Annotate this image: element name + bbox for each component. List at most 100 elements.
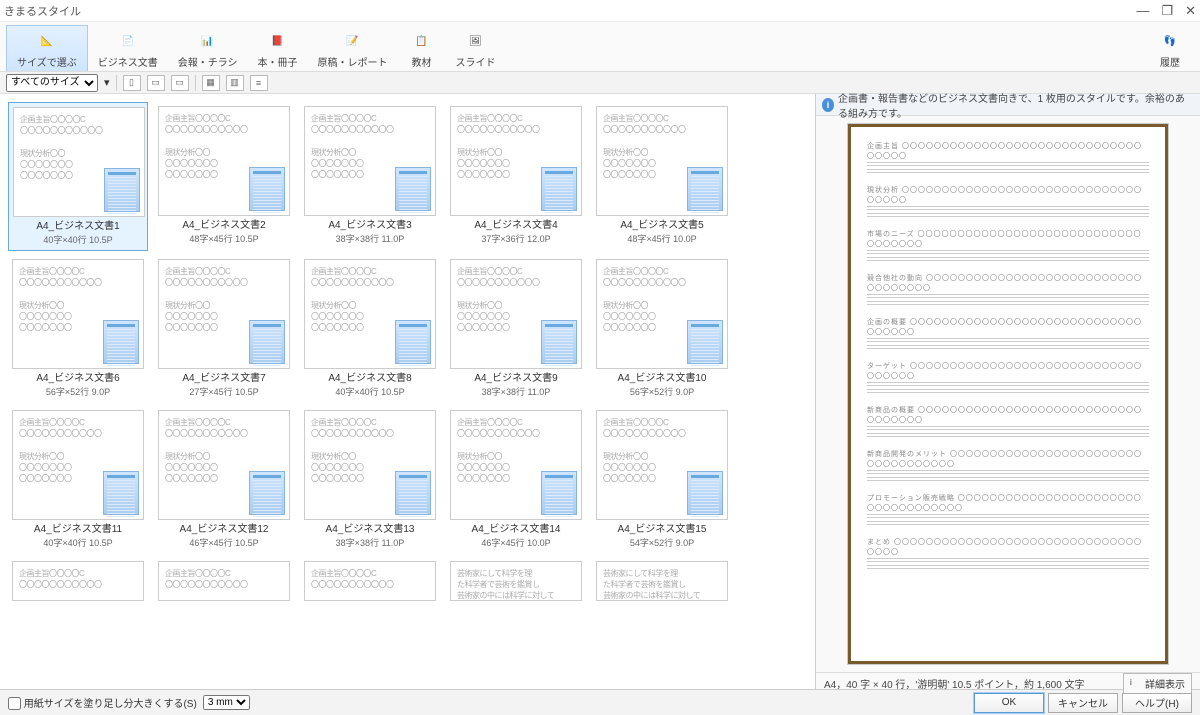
style-thumbnail: 芸術家にして科学を理た科学者で芸術を鑑賞し芸術家の中には科学に対して xyxy=(450,561,582,601)
style-card[interactable]: 企画主旨〇〇〇〇C〇〇〇〇〇〇〇〇〇〇〇現状分析〇〇〇〇〇〇〇〇〇〇〇〇〇〇〇〇… xyxy=(8,406,148,553)
view-portrait-button[interactable]: ▯ xyxy=(123,75,141,91)
card-name: A4_ビジネス文書7 xyxy=(158,372,290,385)
style-card[interactable]: 企画主旨〇〇〇〇C〇〇〇〇〇〇〇〇〇〇〇現状分析〇〇〇〇〇〇〇〇〇〇〇〇〇〇〇〇… xyxy=(300,102,440,251)
detail-view-button[interactable]: i 詳細表示 xyxy=(1123,673,1192,694)
card-name: A4_ビジネス文書11 xyxy=(12,523,144,536)
card-spec: 38字×38行 11.0P xyxy=(450,385,582,398)
card-spec: 38字×38行 11.0P xyxy=(304,536,436,549)
ribbon-icon: 📕 xyxy=(264,28,292,54)
style-card[interactable]: 企画主旨〇〇〇〇C〇〇〇〇〇〇〇〇〇〇〇現状分析〇〇〇〇〇〇〇〇〇〇〇〇〇〇〇〇… xyxy=(592,406,732,553)
preview-section-heading: ターゲット 〇〇〇〇〇〇〇〇〇〇〇〇〇〇〇〇〇〇〇〇〇〇〇〇〇〇〇〇〇〇〇〇〇〇… xyxy=(867,361,1149,381)
style-thumbnail: 企画主旨〇〇〇〇C〇〇〇〇〇〇〇〇〇〇〇現状分析〇〇〇〇〇〇〇〇〇〇〇〇〇〇〇〇 xyxy=(304,259,436,369)
card-spec: 38字×38行 11.0P xyxy=(304,232,436,245)
close-button[interactable]: ✕ xyxy=(1185,3,1196,19)
ribbon-icon: 📋 xyxy=(408,28,436,54)
preview-section-heading: 現状分析 〇〇〇〇〇〇〇〇〇〇〇〇〇〇〇〇〇〇〇〇〇〇〇〇〇〇〇〇〇〇〇〇〇〇〇 xyxy=(867,185,1149,205)
card-name: A4_ビジネス文書14 xyxy=(450,523,582,536)
view-grid-button[interactable]: ▥ xyxy=(226,75,244,91)
card-name: A4_ビジネス文書1 xyxy=(13,220,143,233)
history-button[interactable]: 👣 履歴 xyxy=(1146,26,1194,71)
card-spec: 37字×36行 12.0P xyxy=(450,232,582,245)
ribbon-tab-4[interactable]: 📝原稿・レポート xyxy=(308,26,398,71)
style-thumbnail: 企画主旨〇〇〇〇C〇〇〇〇〇〇〇〇〇〇〇現状分析〇〇〇〇〇〇〇〇〇〇〇〇〇〇〇〇 xyxy=(450,106,582,216)
style-card[interactable]: 企画主旨〇〇〇〇C〇〇〇〇〇〇〇〇〇〇〇現状分析〇〇〇〇〇〇〇〇〇〇〇〇〇〇〇〇… xyxy=(300,406,440,553)
card-spec: 40字×40行 10.5P xyxy=(304,385,436,398)
card-name: A4_ビジネス文書15 xyxy=(596,523,728,536)
style-card[interactable]: 企画主旨〇〇〇〇C〇〇〇〇〇〇〇〇〇〇〇現状分析〇〇〇〇〇〇〇〇〇〇〇〇〇〇〇〇… xyxy=(8,255,148,402)
doc-style-icon xyxy=(687,320,723,364)
minimize-button[interactable]: — xyxy=(1136,3,1149,19)
preview-section-heading: まとめ 〇〇〇〇〇〇〇〇〇〇〇〇〇〇〇〇〇〇〇〇〇〇〇〇〇〇〇〇〇〇〇〇〇〇〇 xyxy=(867,537,1149,557)
doc-style-icon xyxy=(249,471,285,515)
style-thumbnail: 企画主旨〇〇〇〇C〇〇〇〇〇〇〇〇〇〇〇現状分析〇〇〇〇〇〇〇〇〇〇〇〇〇〇〇〇 xyxy=(304,410,436,520)
preview-section-heading: 企画の概要 〇〇〇〇〇〇〇〇〇〇〇〇〇〇〇〇〇〇〇〇〇〇〇〇〇〇〇〇〇〇〇〇〇〇… xyxy=(867,317,1149,337)
card-name: A4_ビジネス文書5 xyxy=(596,219,728,232)
ribbon-tab-1[interactable]: 📄ビジネス文書 xyxy=(88,26,168,71)
preview-section-heading: 新商品開発のメリット 〇〇〇〇〇〇〇〇〇〇〇〇〇〇〇〇〇〇〇〇〇〇〇〇〇〇〇〇〇… xyxy=(867,449,1149,469)
style-card[interactable]: 企画主旨〇〇〇〇C〇〇〇〇〇〇〇〇〇〇〇現状分析〇〇〇〇〇〇〇〇〇〇〇〇〇〇〇〇… xyxy=(300,255,440,402)
view-folder-button[interactable]: ▭ xyxy=(171,75,189,91)
card-spec: 48字×45行 10.0P xyxy=(596,232,728,245)
ribbon-tab-0[interactable]: 📐サイズで選ぶ xyxy=(6,25,88,71)
ribbon-tab-2[interactable]: 📊会報・チラシ xyxy=(168,26,248,71)
style-thumbnail: 企画主旨〇〇〇〇C〇〇〇〇〇〇〇〇〇〇〇現状分析〇〇〇〇〇〇〇〇〇〇〇〇〇〇〇〇 xyxy=(596,410,728,520)
ribbon-tab-6[interactable]: 🖼スライド xyxy=(446,26,506,71)
card-name: A4_ビジネス文書4 xyxy=(450,219,582,232)
preview-body: 企画主旨 〇〇〇〇〇〇〇〇〇〇〇〇〇〇〇〇〇〇〇〇〇〇〇〇〇〇〇〇〇〇〇〇〇〇〇… xyxy=(816,116,1200,672)
ribbon-icon: 🖼 xyxy=(462,28,490,54)
preview-section-heading: プロモーション販売戦略 〇〇〇〇〇〇〇〇〇〇〇〇〇〇〇〇〇〇〇〇〇〇〇〇〇〇〇〇… xyxy=(867,493,1149,513)
style-card[interactable]: 企画主旨〇〇〇〇C〇〇〇〇〇〇〇〇〇〇〇現状分析〇〇〇〇〇〇〇〇〇〇〇〇〇〇〇〇… xyxy=(154,255,294,402)
doc-style-icon xyxy=(687,167,723,211)
style-card[interactable]: 企画主旨〇〇〇〇C〇〇〇〇〇〇〇〇〇〇〇現状分析〇〇〇〇〇〇〇〇〇〇〇〇〇〇〇〇… xyxy=(446,255,586,402)
view-landscape-button[interactable]: ▭ xyxy=(147,75,165,91)
ok-button[interactable]: OK xyxy=(974,693,1044,713)
style-card[interactable]: 企画主旨〇〇〇〇C〇〇〇〇〇〇〇〇〇〇〇現状分析〇〇〇〇〇〇〇〇〇〇〇〇〇〇〇〇… xyxy=(592,255,732,402)
doc-style-icon xyxy=(395,320,431,364)
preview-section-heading: 新商品の概要 〇〇〇〇〇〇〇〇〇〇〇〇〇〇〇〇〇〇〇〇〇〇〇〇〇〇〇〇〇〇〇〇〇… xyxy=(867,405,1149,425)
style-gallery[interactable]: 企画主旨〇〇〇〇C〇〇〇〇〇〇〇〇〇〇〇現状分析〇〇〇〇〇〇〇〇〇〇〇〇〇〇〇〇… xyxy=(0,94,815,689)
style-card[interactable]: 企画主旨〇〇〇〇C〇〇〇〇〇〇〇〇〇〇〇現状分析〇〇〇〇〇〇〇〇〇〇〇〇〇〇〇〇… xyxy=(592,102,732,251)
preview-page: 企画主旨 〇〇〇〇〇〇〇〇〇〇〇〇〇〇〇〇〇〇〇〇〇〇〇〇〇〇〇〇〇〇〇〇〇〇〇… xyxy=(848,124,1168,664)
style-card[interactable]: 企画主旨〇〇〇〇C〇〇〇〇〇〇〇〇〇〇〇現状分析〇〇〇〇〇〇〇〇〇〇〇〇〇〇〇〇… xyxy=(446,406,586,553)
doc-style-icon xyxy=(395,167,431,211)
bleed-mm-dropdown[interactable]: 3 mm xyxy=(203,695,250,710)
view-thumbs-button[interactable]: ▦ xyxy=(202,75,220,91)
preview-section-heading: 市場のニーズ 〇〇〇〇〇〇〇〇〇〇〇〇〇〇〇〇〇〇〇〇〇〇〇〇〇〇〇〇〇〇〇〇〇… xyxy=(867,229,1149,249)
style-card[interactable]: 企画主旨〇〇〇〇C〇〇〇〇〇〇〇〇〇〇〇現状分析〇〇〇〇〇〇〇〇〇〇〇〇〇〇〇〇… xyxy=(154,406,294,553)
ribbon-tab-5[interactable]: 📋教材 xyxy=(398,26,446,71)
doc-style-icon xyxy=(249,320,285,364)
style-card[interactable]: 芸術家にして科学を理た科学者で芸術を鑑賞し芸術家の中には科学に対して xyxy=(446,557,586,605)
preview-info-bar: i 企画書・報告書などのビジネス文書向きで、1 枚用のスタイルです。余裕のある組… xyxy=(816,94,1200,116)
ribbon-icon: 📝 xyxy=(339,28,367,54)
style-card[interactable]: 企画主旨〇〇〇〇C〇〇〇〇〇〇〇〇〇〇〇現状分析〇〇〇〇〇〇〇〇〇〇〇〇〇〇〇〇… xyxy=(8,102,148,251)
ribbon-icon: 📄 xyxy=(114,28,142,54)
doc-style-icon xyxy=(249,167,285,211)
doc-style-icon xyxy=(541,167,577,211)
bleed-checkbox[interactable] xyxy=(8,697,21,710)
maximize-button[interactable]: ❐ xyxy=(1161,3,1173,19)
cancel-button[interactable]: キャンセル xyxy=(1048,693,1118,713)
style-thumbnail: 企画主旨〇〇〇〇C〇〇〇〇〇〇〇〇〇〇〇現状分析〇〇〇〇〇〇〇〇〇〇〇〇〇〇〇〇 xyxy=(12,259,144,369)
style-card[interactable]: 芸術家にして科学を理た科学者で芸術を鑑賞し芸術家の中には科学に対して xyxy=(592,557,732,605)
card-spec: 40字×40行 10.5P xyxy=(12,536,144,549)
style-card[interactable]: 企画主旨〇〇〇〇C〇〇〇〇〇〇〇〇〇〇〇 xyxy=(154,557,294,605)
ribbon-tab-3[interactable]: 📕本・冊子 xyxy=(248,26,308,71)
style-card[interactable]: 企画主旨〇〇〇〇C〇〇〇〇〇〇〇〇〇〇〇 xyxy=(8,557,148,605)
size-filter-dropdown[interactable]: すべてのサイズ xyxy=(6,74,98,92)
bleed-checkbox-label[interactable]: 用紙サイズを塗り足し分大きくする(S) xyxy=(8,695,197,711)
style-thumbnail: 企画主旨〇〇〇〇C〇〇〇〇〇〇〇〇〇〇〇 xyxy=(304,561,436,601)
view-list-button[interactable]: ≡ xyxy=(250,75,268,91)
style-card[interactable]: 企画主旨〇〇〇〇C〇〇〇〇〇〇〇〇〇〇〇現状分析〇〇〇〇〇〇〇〇〇〇〇〇〇〇〇〇… xyxy=(446,102,586,251)
style-thumbnail: 企画主旨〇〇〇〇C〇〇〇〇〇〇〇〇〇〇〇現状分析〇〇〇〇〇〇〇〇〇〇〇〇〇〇〇〇 xyxy=(13,107,145,217)
card-spec: 56字×52行 9.0P xyxy=(12,385,144,398)
style-card[interactable]: 企画主旨〇〇〇〇C〇〇〇〇〇〇〇〇〇〇〇現状分析〇〇〇〇〇〇〇〇〇〇〇〇〇〇〇〇… xyxy=(154,102,294,251)
card-name: A4_ビジネス文書13 xyxy=(304,523,436,536)
style-thumbnail: 企画主旨〇〇〇〇C〇〇〇〇〇〇〇〇〇〇〇現状分析〇〇〇〇〇〇〇〇〇〇〇〇〇〇〇〇 xyxy=(450,410,582,520)
card-name: A4_ビジネス文書3 xyxy=(304,219,436,232)
card-name: A4_ビジネス文書2 xyxy=(158,219,290,232)
card-spec: 46字×45行 10.5P xyxy=(158,536,290,549)
preview-pane: i 企画書・報告書などのビジネス文書向きで、1 枚用のスタイルです。余裕のある組… xyxy=(815,94,1200,689)
help-button[interactable]: ヘルプ(H) xyxy=(1122,693,1192,713)
style-card[interactable]: 企画主旨〇〇〇〇C〇〇〇〇〇〇〇〇〇〇〇 xyxy=(300,557,440,605)
ribbon: 📐サイズで選ぶ📄ビジネス文書📊会報・チラシ📕本・冊子📝原稿・レポート📋教材🖼スラ… xyxy=(0,22,1200,72)
